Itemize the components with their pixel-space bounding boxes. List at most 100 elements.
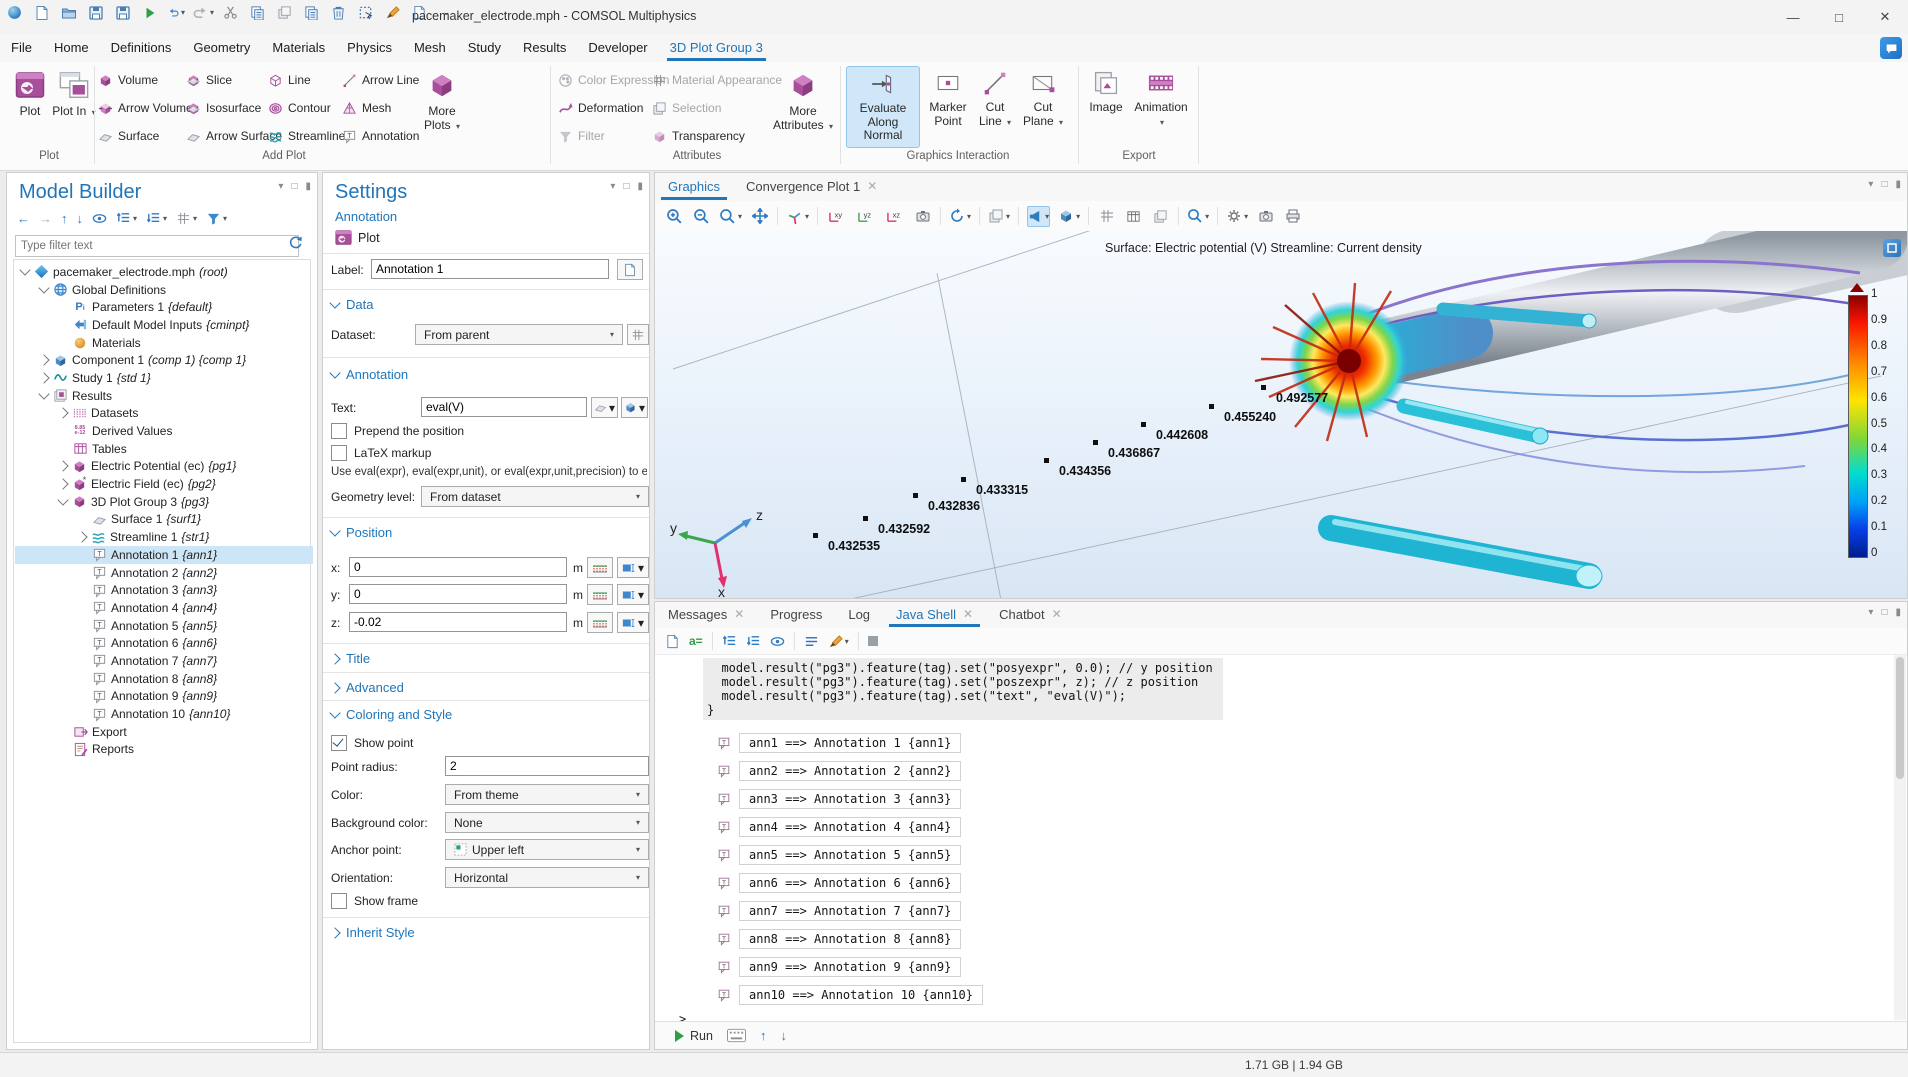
tree-item-results[interactable]: Results <box>15 387 313 405</box>
view-xy-icon[interactable]: xy <box>826 207 847 226</box>
replace-expression-icon[interactable]: ▾ <box>591 397 618 418</box>
close-tab-icon[interactable]: ✕ <box>963 602 973 627</box>
evaluate-along-normal-button[interactable]: Evaluate Along Normal <box>846 66 920 148</box>
attribute-filter-button[interactable]: Filter <box>558 126 605 146</box>
latex-markup-checkbox[interactable]: LaTeX markup <box>331 445 431 461</box>
annotation-label-input[interactable] <box>371 259 609 279</box>
show-plot-icon[interactable] <box>617 259 643 280</box>
up-icon[interactable]: ↑ <box>61 211 68 226</box>
select-lens-icon[interactable]: ▾ <box>1187 207 1209 226</box>
wrap-lines-icon[interactable] <box>804 634 819 649</box>
panel-float-icon[interactable]: □ <box>623 181 629 192</box>
scroll-bottom-icon[interactable] <box>746 634 761 649</box>
show-icon[interactable] <box>92 211 107 226</box>
clear-icon[interactable]: ▾ <box>828 634 849 649</box>
add-plot-contour-button[interactable]: Contour <box>268 98 331 118</box>
add-plot-slice-button[interactable]: Slice <box>186 70 232 90</box>
collapse-chevron-icon[interactable] <box>19 265 30 276</box>
expand-chevron-icon[interactable] <box>38 355 49 366</box>
tree-item-3d-plot-group-3[interactable]: 3D Plot Group 3{pg3} <box>15 493 313 511</box>
attribute-deformation-button[interactable]: Deformation <box>558 98 643 118</box>
history-up-icon[interactable]: ↑ <box>760 1028 767 1043</box>
console-tab-chatbot[interactable]: Chatbot✕ <box>986 602 1075 627</box>
clip-icon[interactable] <box>1151 207 1170 226</box>
plot-button[interactable]: Plot <box>8 66 52 148</box>
save-icon[interactable] <box>87 4 104 21</box>
panel-menu-icon[interactable]: ▾ <box>610 181 615 192</box>
print-icon[interactable] <box>1283 207 1302 226</box>
collapse-icon[interactable]: ▾ <box>116 211 137 226</box>
menu-study[interactable]: Study <box>457 34 512 61</box>
panel-menu-icon[interactable]: ▾ <box>1868 179 1873 190</box>
watch-icon[interactable] <box>770 634 785 649</box>
panel-menu-icon[interactable]: ▾ <box>1868 607 1873 618</box>
node-view-icon[interactable]: ▾ <box>176 211 197 226</box>
tree-item-annotation-8[interactable]: TAnnotation 8{ann8} <box>15 670 313 688</box>
tree-filter-input[interactable] <box>15 235 299 257</box>
maximize-icon[interactable]: □ <box>1816 0 1862 34</box>
expand-chevron-icon[interactable] <box>57 408 68 419</box>
insert-expression-icon[interactable]: ▾ <box>621 397 648 418</box>
marker-point-button[interactable]: Marker Point <box>926 66 970 148</box>
add-plot-annotation-button[interactable]: TAnnotation <box>342 126 419 146</box>
tree-filter-icon[interactable]: ▾ <box>206 211 227 226</box>
more-plots-button[interactable]: More Plots ▾ <box>416 66 468 148</box>
show-point-checkbox[interactable]: Show point <box>331 735 413 751</box>
show-frame-checkbox[interactable]: Show frame <box>331 893 418 909</box>
expand-icon[interactable]: ▾ <box>146 211 167 226</box>
autocomplete-icon[interactable]: a= <box>689 634 703 648</box>
collapse-chevron-icon[interactable] <box>38 282 49 293</box>
java-shell-output[interactable]: model.result("pg3").feature(tag).set("po… <box>655 654 1893 1021</box>
scene-settings-icon[interactable]: ▾ <box>1226 207 1248 226</box>
view-xz-icon[interactable]: xz <box>884 207 905 226</box>
move-icon[interactable] <box>303 4 320 21</box>
panel-pin-icon[interactable]: ▮ <box>1895 607 1901 618</box>
panel-pin-icon[interactable]: ▮ <box>305 181 311 192</box>
add-plot-mesh-button[interactable]: Mesh <box>342 98 391 118</box>
unit-icon[interactable]: ▾ <box>617 612 649 633</box>
section-title[interactable]: Title <box>331 651 370 666</box>
section-data[interactable]: Data <box>331 297 373 312</box>
rotate-icon[interactable]: ▾ <box>949 207 971 226</box>
tree-item-annotation-6[interactable]: TAnnotation 6{ann6} <box>15 634 313 652</box>
zoom-out-icon[interactable] <box>692 207 711 226</box>
zoom-extents-icon[interactable] <box>750 207 769 226</box>
scene-cube-icon[interactable]: ▾ <box>1058 207 1080 226</box>
point-radius-input[interactable] <box>445 756 649 776</box>
tree-item-pacemaker-electrode-mph[interactable]: pacemaker_electrode.mph(root) <box>15 263 313 281</box>
tree-item-export[interactable]: Export <box>15 723 313 741</box>
range-icon[interactable] <box>587 557 613 578</box>
tree-item-derived-values[interactable]: 8.85e-12Derived Values <box>15 422 313 440</box>
close-icon[interactable]: ✕ <box>1862 0 1908 34</box>
cut-line-button[interactable]: Cut Line ▾ <box>974 66 1016 148</box>
view-yz-icon[interactable]: yz <box>855 207 876 226</box>
add-plot-arrow-volume-button[interactable]: Arrow Volume <box>98 98 193 118</box>
console-tab-java-shell[interactable]: Java Shell✕ <box>883 602 986 627</box>
sketch-icon[interactable] <box>384 4 401 21</box>
more-attributes-button[interactable]: More Attributes ▾ <box>772 66 834 148</box>
zoom-in-icon[interactable] <box>665 207 684 226</box>
save-as-icon[interactable] <box>114 4 131 21</box>
tree-item-materials[interactable]: Materials <box>15 334 313 352</box>
tree-item-annotation-9[interactable]: TAnnotation 9{ann9} <box>15 688 313 706</box>
paste-icon[interactable] <box>276 4 293 21</box>
cut-icon[interactable] <box>222 4 239 21</box>
expand-chevron-icon[interactable] <box>57 478 68 489</box>
shell-result-row[interactable]: Tann10 ==> Annotation 10 {ann10} <box>717 985 983 1005</box>
open-icon[interactable] <box>60 4 77 21</box>
menu-results[interactable]: Results <box>512 34 577 61</box>
undo-icon[interactable]: ▾ <box>168 4 185 21</box>
close-tab-icon[interactable]: ✕ <box>1052 602 1062 627</box>
perspective-icon[interactable] <box>913 207 932 226</box>
unit-icon[interactable]: ▾ <box>617 557 649 578</box>
animation-button[interactable]: Animation▾ <box>1132 66 1190 148</box>
menu-home[interactable]: Home <box>43 34 100 61</box>
menu-file[interactable]: File <box>0 34 43 61</box>
z-input[interactable] <box>349 612 567 632</box>
context-help-icon[interactable] <box>1883 239 1901 257</box>
tree-item-annotation-5[interactable]: TAnnotation 5{ann5} <box>15 617 313 635</box>
add-plot-streamline-button[interactable]: Streamline <box>268 126 345 146</box>
run-button[interactable]: Run <box>675 1029 713 1043</box>
tree-item-annotation-10[interactable]: TAnnotation 10{ann10} <box>15 705 313 723</box>
menu-definitions[interactable]: Definitions <box>100 34 183 61</box>
